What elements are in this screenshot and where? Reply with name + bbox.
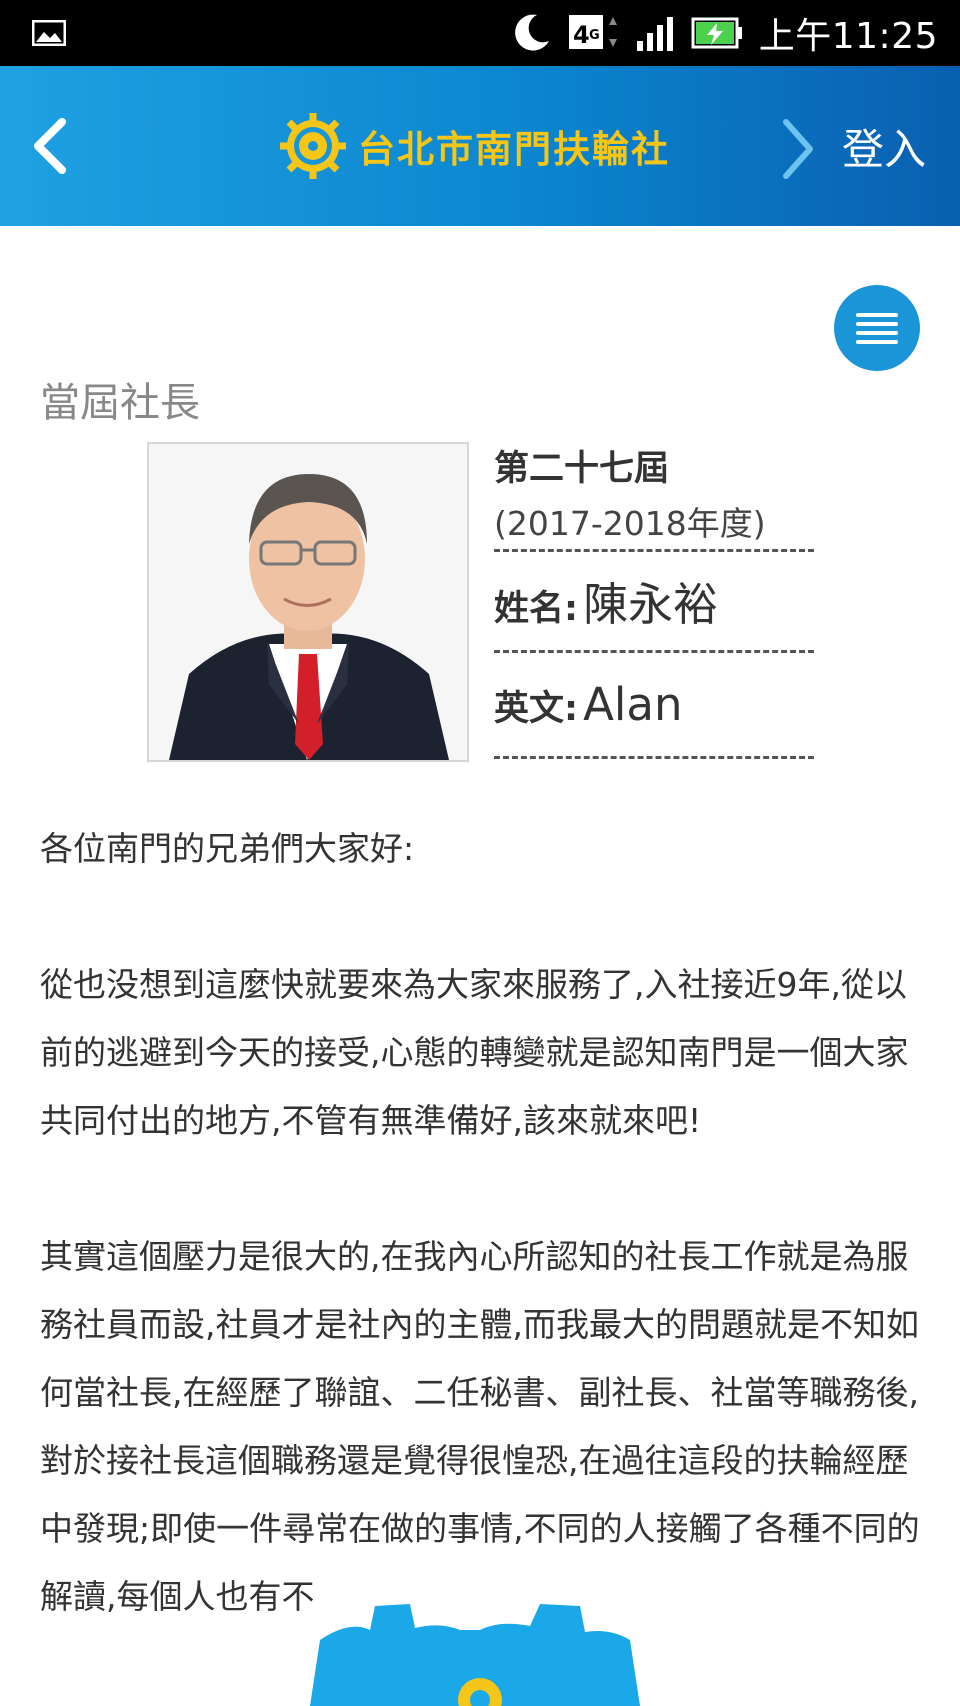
status-icons: 4 G 上午11:25 [509, 0, 938, 66]
profile-info: 第二十七屆 (2017-2018年度) 姓名: 陳永裕 英文: Alan [494, 440, 814, 759]
svg-text:4: 4 [573, 21, 590, 49]
forward-button[interactable] [776, 114, 820, 184]
name-label: 姓名: [494, 589, 578, 629]
english-name-row: 英文: Alan [494, 678, 814, 731]
floating-gear-button[interactable] [200, 1600, 760, 1706]
battery-charging-icon [691, 17, 742, 49]
gallery-icon [32, 20, 66, 46]
back-button[interactable] [18, 106, 88, 186]
moon-icon [514, 14, 549, 51]
greeting-text: 各位南門的兄弟們大家好: [40, 829, 415, 868]
section-title: 當屆社長 [40, 380, 200, 426]
menu-icon-bar [856, 331, 898, 335]
status-time: 上午11:25 [758, 16, 938, 57]
paragraph-2: 其實這個壓力是很大的,在我內心所認知的社長工作就是為服務社員而設,社員才是社內的… [40, 1237, 920, 1616]
message-content: 各位南門的兄弟們大家好: 從也没想到這麼快就要來為大家來服務了,入社接近9年,從… [40, 815, 920, 1631]
term-year: (2017-2018年度) [494, 504, 766, 543]
header-brand: 台北市南門扶輪社 [278, 106, 670, 186]
status-bar: 4 G 上午11:25 [0, 0, 960, 66]
english-label: 英文: [494, 689, 578, 729]
english-value: Alan [583, 678, 683, 731]
menu-icon-bar [856, 340, 898, 344]
term-label: 第二十七屆 [494, 449, 670, 489]
divider [494, 549, 814, 552]
president-photo [147, 442, 469, 762]
login-link[interactable]: 登入 [842, 116, 926, 177]
app-header: 台北市南門扶輪社 登入 [0, 66, 960, 226]
menu-icon-bar [856, 322, 898, 326]
rotary-logo-icon [280, 113, 346, 179]
menu-icon-bar [856, 313, 898, 317]
network-4g-icon: 4 G [568, 15, 617, 49]
portrait-illustration [149, 444, 467, 760]
menu-button[interactable] [834, 285, 920, 371]
paragraph-1: 從也没想到這麼快就要來為大家來服務了,入社接近9年,從以前的逃避到今天的接受,心… [40, 965, 909, 1140]
signal-icon [636, 17, 673, 51]
header-title: 台北市南門扶輪社 [358, 128, 670, 171]
name-row: 姓名: 陳永裕 [494, 568, 814, 633]
name-value: 陳永裕 [583, 578, 719, 631]
svg-text:G: G [589, 28, 600, 43]
divider [494, 756, 814, 759]
divider [494, 650, 814, 653]
